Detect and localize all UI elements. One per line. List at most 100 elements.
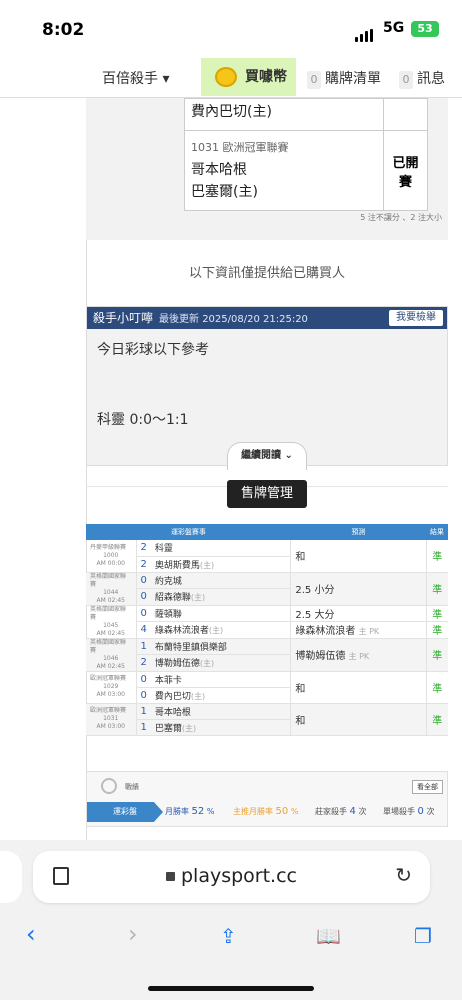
match-info: 英格蘭國家聯賽 1044 AM 02:45 <box>86 572 137 606</box>
tips-line: 科靈 0:0～1:1 <box>97 412 189 428</box>
buy-coin-button[interactable]: 買噱幣 <box>201 58 296 96</box>
result-mark: 準 <box>426 572 448 606</box>
sell-management-button[interactable]: 售牌管理 <box>227 480 307 508</box>
bookmarks-icon[interactable]: 📖 <box>316 924 341 948</box>
match-time: AM 00:00 <box>96 559 125 567</box>
pk-tag: 主 PK <box>358 627 380 637</box>
status-bar: 8:02 5G 53 <box>0 0 462 58</box>
prediction: 2.5 小分 <box>290 572 427 606</box>
team-name: 約克城 <box>150 572 292 589</box>
dealer-killer: 莊家殺手 4 次 <box>315 806 367 817</box>
month-rate-value: 52 <box>191 806 205 817</box>
read-more-button[interactable]: 繼續閱讀 ⌄ <box>227 442 307 470</box>
score: 0 <box>136 572 151 589</box>
match-info: 歐洲冠軍聯賽 1031 AM 03:00 <box>86 703 137 736</box>
tabs-icon[interactable]: ❐ <box>414 924 432 948</box>
match-info: 英格蘭國家聯賽 1045 AM 02:45 <box>86 605 137 639</box>
match-info: 丹麥甲級聯賽 1000 AM 00:00 <box>86 540 137 573</box>
match-number: 1045 <box>103 621 119 629</box>
back-icon[interactable]: ‹ <box>26 920 36 948</box>
prediction: 博勒姆伍德 主 PK <box>290 638 427 672</box>
match-result: 已開賽 <box>383 130 428 211</box>
purchase-notice: 以下資訊僅提供給已購買人 <box>188 266 345 281</box>
home-tag: (主) <box>199 659 215 669</box>
team-name: 哥本哈根 <box>150 703 292 720</box>
tips-header: 殺手小叮嚀 最後更新 2025/08/20 21:25:20 我要檢舉 <box>87 307 447 329</box>
lock-icon <box>165 872 175 881</box>
prediction: 和 <box>290 671 427 704</box>
view-all-button[interactable]: 看全部 <box>412 780 443 794</box>
message-label: 訊息 <box>417 71 445 87</box>
report-button[interactable]: 我要檢舉 <box>389 310 443 326</box>
match-number: 1044 <box>103 588 119 596</box>
share-icon[interactable]: ⇪ <box>220 924 237 948</box>
ball-icon <box>101 778 117 794</box>
address-bar[interactable]: playsport.cc ↻ <box>33 851 430 903</box>
match-info: 歐洲冠軍聯賽 1029 AM 03:00 <box>86 671 137 704</box>
team-name: 奧胡斯費馬(主) <box>150 556 292 573</box>
month-rate: 月勝率 52 % <box>165 806 215 817</box>
message-link[interactable]: 0 訊息 <box>399 68 445 89</box>
league-name: 英格蘭國家聯賽 <box>90 605 127 621</box>
team-name: 紹森德聯(主) <box>150 588 292 606</box>
killer-menu[interactable]: 百倍殺手 ▾ <box>102 68 169 88</box>
main-rate-value: 50 <box>275 806 289 817</box>
main-rate: 主推月勝率 50 % <box>233 806 299 817</box>
header-result: 結果 <box>426 524 448 540</box>
home-indicator <box>148 986 314 991</box>
match-number: 1000 <box>103 551 119 559</box>
home-tag: (主) <box>199 560 215 570</box>
score: 1 <box>136 638 151 655</box>
buy-coin-label: 買噱幣 <box>245 69 287 85</box>
match-result <box>383 98 428 131</box>
table-row: 4 綠森林流浪者(主) 綠森林流浪者 主 PK 準 <box>86 621 448 639</box>
host-text: playsport.cc <box>180 865 297 887</box>
battery-icon: 53 <box>411 21 439 37</box>
match-number: 1046 <box>103 654 119 662</box>
score: 0 <box>136 605 151 622</box>
match-time: AM 03:00 <box>96 691 125 698</box>
records-table: 運彩盤賽事 預測 結果 丹麥甲級聯賽 1000 AM 00:00 2 科靈 和 準 … <box>86 524 448 736</box>
stats-category[interactable]: 運彩盤 <box>87 802 163 822</box>
prediction-footnote: 5 注不讓分 、2 注大小 <box>360 213 442 222</box>
table-row: 英格蘭國家聯賽 1046 AM 02:45 1 布蘭特里鎮俱樂部 博勒姆伍德 主 P… <box>86 638 448 672</box>
url-host: playsport.cc <box>33 865 430 887</box>
team-name: 費內巴切(主) <box>150 687 292 704</box>
prediction-text: 博勒姆伍德 <box>295 651 346 662</box>
header-match: 運彩盤賽事 <box>86 524 291 540</box>
result-mark: 準 <box>426 605 448 622</box>
table-row: 丹麥甲級聯賽 1000 AM 00:00 2 科靈 和 準 <box>86 540 448 573</box>
prediction-box: 費內巴切(主) 1031 歐洲冠軍聯賽 哥本哈根 巴塞爾(主) 已開賽 5 注不… <box>86 98 448 240</box>
tips-title: 殺手小叮嚀 <box>93 311 154 325</box>
score: 0 <box>136 687 151 704</box>
team-name: 巴塞爾(主) <box>150 719 292 736</box>
match-time: AM 02:45 <box>96 662 125 670</box>
tips-line: 今日彩球以下參考 <box>97 342 209 358</box>
match-cell: 費內巴切(主) <box>184 98 384 131</box>
single-killer-value: 0 <box>417 806 424 817</box>
team-name: 博勒姆伍德(主) <box>150 654 292 672</box>
result-mark: 準 <box>426 621 448 639</box>
team-name: 本菲卡 <box>150 671 292 688</box>
team-name-text: 費內巴切 <box>154 691 191 702</box>
score: 0 <box>136 671 151 688</box>
league-label: 1031 歐洲冠軍聯賽 <box>191 141 289 154</box>
signal-icon <box>355 23 375 42</box>
forward-icon[interactable]: › <box>128 920 138 948</box>
previous-tab-preview[interactable] <box>0 851 22 903</box>
match-info: 英格蘭國家聯賽 1046 AM 02:45 <box>86 638 137 672</box>
home-tag: (主) <box>190 691 206 701</box>
pk-tag: 主 PK <box>348 652 370 661</box>
cart-link[interactable]: 0 購牌清單 <box>307 68 381 89</box>
match-time: AM 03:00 <box>96 723 125 730</box>
prediction: 和 <box>290 703 427 736</box>
team-home: 巴塞爾(主) <box>191 184 258 200</box>
message-count: 0 <box>399 71 413 89</box>
league-name: 英格蘭國家聯賽 <box>90 572 127 588</box>
prediction: 綠森林流浪者 主 PK <box>290 621 427 639</box>
record-stats: 戰績 看全部 運彩盤 月勝率 52 % 主推月勝率 50 % 莊家殺手 4 次 … <box>86 771 448 827</box>
team-name-text: 綠森林流浪者 <box>154 626 209 637</box>
clock: 8:02 <box>42 20 85 40</box>
single-killer: 單場殺手 0 次 <box>383 806 435 817</box>
reload-icon[interactable]: ↻ <box>395 863 412 887</box>
